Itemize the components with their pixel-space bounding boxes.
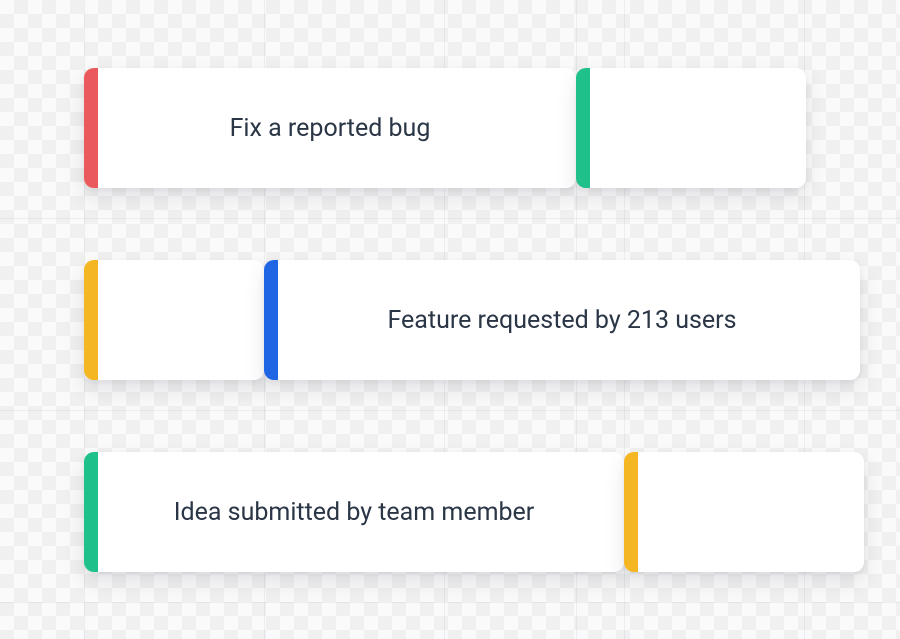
card-color-stripe [576,68,590,188]
card-label: Feature requested by 213 users [264,306,860,335]
timeline-card-bug-followup[interactable] [576,68,806,188]
timeline-card-idea-followup[interactable] [624,452,864,572]
card-color-stripe [624,452,638,572]
card-color-stripe [84,452,98,572]
card-color-stripe [84,68,98,188]
timeline-card-idea[interactable]: Idea submitted by team member [84,452,624,572]
card-label: Fix a reported bug [84,114,576,143]
timeline-card-feature[interactable]: Feature requested by 213 users [264,260,860,380]
timeline-board: Fix a reported bug Feature requested by … [0,0,900,639]
timeline-card-feature-prep[interactable] [84,260,264,380]
card-label: Idea submitted by team member [84,498,624,527]
timeline-card-bug[interactable]: Fix a reported bug [84,68,576,188]
card-color-stripe [84,260,98,380]
card-color-stripe [264,260,278,380]
